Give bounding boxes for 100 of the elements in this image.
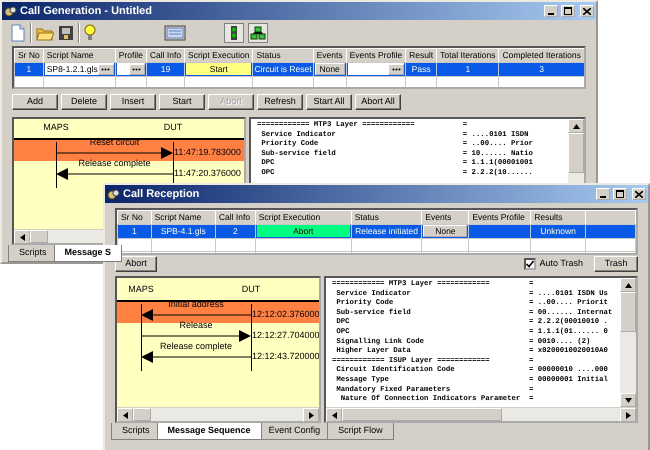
checkbox-label[interactable]: Auto Trash bbox=[539, 257, 583, 271]
column-header[interactable]: Events Profile bbox=[468, 210, 531, 224]
scroll-up-icon[interactable] bbox=[624, 282, 632, 288]
minimize-button[interactable] bbox=[544, 5, 558, 17]
scroll-down-icon[interactable] bbox=[624, 398, 632, 402]
window-icon[interactable] bbox=[164, 25, 186, 41]
vertical-scrollbar[interactable] bbox=[620, 278, 636, 407]
scroll-left-icon[interactable] bbox=[20, 234, 24, 240]
button[interactable]: Start All bbox=[306, 94, 352, 110]
lightbulb-icon[interactable] bbox=[84, 24, 96, 42]
execute-button[interactable]: Abort bbox=[256, 225, 350, 238]
button[interactable]: Insert bbox=[110, 94, 156, 110]
column-header[interactable]: Script Name bbox=[43, 48, 116, 62]
execute-button[interactable]: Start bbox=[186, 63, 252, 76]
auto-trash-checkbox[interactable] bbox=[524, 258, 536, 270]
column-header[interactable]: Call Info bbox=[146, 48, 185, 62]
combo-field[interactable] bbox=[348, 63, 404, 76]
column-header[interactable]: Script Execution bbox=[184, 48, 253, 62]
scroll-thumb[interactable] bbox=[620, 292, 636, 332]
gears-icon bbox=[4, 4, 17, 18]
column-header[interactable]: Results bbox=[530, 210, 586, 224]
table-row[interactable]: 1 SP8-1.2.1.gls 19 Start Circuit is Reset None Pass 1 3 bbox=[14, 62, 584, 76]
table-cell: 1 bbox=[14, 62, 44, 76]
new-document-icon[interactable] bbox=[10, 24, 26, 42]
tab[interactable]: Message Sequence bbox=[156, 423, 262, 440]
lane-label: MAPS bbox=[43, 120, 69, 134]
table-cell: Unknown bbox=[530, 224, 586, 238]
scroll-right-icon[interactable] bbox=[626, 412, 630, 418]
scroll-thumb[interactable] bbox=[342, 408, 502, 421]
message-label: Release complete bbox=[78, 158, 151, 168]
scroll-thumb[interactable] bbox=[133, 408, 151, 421]
scroll-thumb[interactable] bbox=[568, 133, 584, 173]
lane-label: DUT bbox=[164, 120, 182, 134]
column-header[interactable]: Script Execution bbox=[255, 210, 352, 224]
column-header[interactable]: Events bbox=[313, 48, 346, 62]
window-title: Call Generation - Untitled bbox=[20, 4, 154, 19]
events-button[interactable]: None bbox=[314, 63, 345, 76]
table-row[interactable]: 1 SPB-4.1.gls 2 Abort Release initiated None Unknown bbox=[118, 224, 636, 238]
column-header[interactable]: Status bbox=[252, 48, 314, 62]
lane-label: DUT bbox=[242, 282, 260, 296]
close-icon bbox=[635, 190, 643, 198]
ellipsis-icon bbox=[392, 68, 401, 71]
message-label: Release bbox=[179, 320, 213, 330]
button[interactable]: Start bbox=[159, 94, 205, 110]
scroll-right-icon[interactable] bbox=[308, 412, 314, 418]
column-header[interactable]: Completed Iterations bbox=[498, 48, 584, 62]
tab[interactable]: Message S bbox=[54, 245, 122, 262]
gears-icon bbox=[107, 188, 120, 200]
column-header[interactable]: Call Info bbox=[215, 210, 256, 224]
browse-button[interactable] bbox=[388, 64, 404, 75]
timestamp: 11:47:19.783000 bbox=[174, 146, 241, 158]
timestamp: 12:12:27.704000 bbox=[252, 328, 319, 342]
button[interactable]: Abort All bbox=[355, 94, 401, 110]
column-header[interactable]: Result bbox=[406, 48, 437, 62]
column-header[interactable]: Total Iterations bbox=[436, 48, 499, 62]
table-cell: Release initiated bbox=[351, 224, 422, 238]
column-header[interactable]: Sr No bbox=[14, 48, 44, 62]
close-icon bbox=[583, 8, 591, 14]
horizontal-scrollbar[interactable] bbox=[117, 407, 319, 421]
timestamp: 11:47:20.376000 bbox=[174, 166, 241, 180]
scroll-thumb[interactable] bbox=[30, 230, 48, 243]
minimize-button[interactable] bbox=[596, 188, 610, 200]
table-cell: 19 bbox=[146, 62, 185, 76]
horizontal-scrollbar[interactable] bbox=[326, 407, 636, 421]
scroll-left-icon[interactable] bbox=[332, 412, 336, 418]
table-cell: Pass bbox=[406, 62, 437, 76]
column-header[interactable]: Profile bbox=[115, 48, 146, 62]
browse-button[interactable] bbox=[98, 64, 114, 75]
button[interactable]: Abort bbox=[115, 256, 157, 272]
combo-field[interactable] bbox=[116, 63, 145, 76]
checkmark-icon bbox=[526, 260, 534, 268]
column-header[interactable]: Sr No bbox=[118, 210, 152, 224]
table-cell: 1 bbox=[118, 224, 152, 238]
maximize-button[interactable] bbox=[613, 188, 627, 200]
column-header[interactable]: Events bbox=[422, 210, 469, 224]
browse-button[interactable] bbox=[128, 64, 145, 75]
tab[interactable]: Script Flow bbox=[327, 423, 394, 440]
ellipsis-icon bbox=[132, 68, 142, 71]
scroll-left-icon[interactable] bbox=[122, 412, 128, 418]
maximize-button[interactable] bbox=[561, 5, 575, 17]
button[interactable]: Trash bbox=[594, 256, 638, 272]
message-label: Release complete bbox=[160, 341, 232, 351]
column-header[interactable]: Status bbox=[351, 210, 422, 224]
button[interactable]: Delete bbox=[61, 94, 107, 110]
message-row[interactable]: Release complete 12:12:43.720000 bbox=[117, 344, 319, 365]
network-icon[interactable] bbox=[250, 25, 266, 41]
column-header[interactable]: Script Name bbox=[151, 210, 216, 224]
close-button[interactable] bbox=[580, 5, 594, 17]
column-header[interactable]: Events Profile bbox=[346, 48, 406, 62]
button[interactable]: Add bbox=[12, 94, 58, 110]
message-row[interactable]: Release 12:12:27.704000 bbox=[117, 323, 319, 344]
events-button[interactable]: None bbox=[423, 225, 468, 238]
lane-label: MAPS bbox=[128, 282, 154, 296]
combo-field[interactable]: SP8-1.2.1.gls bbox=[44, 63, 114, 76]
close-button[interactable] bbox=[632, 188, 646, 200]
button[interactable]: Refresh bbox=[257, 94, 303, 110]
maximize-icon bbox=[616, 190, 624, 198]
message-row[interactable]: Release complete 11:47:20.376000 bbox=[14, 161, 244, 182]
ellipsis-icon bbox=[101, 68, 110, 71]
scroll-up-icon[interactable] bbox=[572, 124, 580, 128]
